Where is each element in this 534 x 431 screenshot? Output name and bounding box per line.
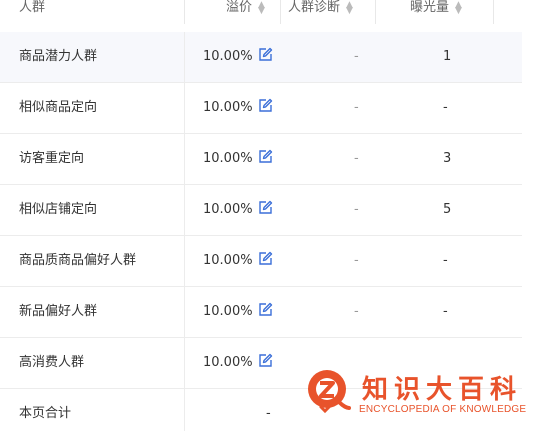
exposure-value: 5 (443, 202, 452, 217)
crowd-name: 相似商品定向 (19, 100, 98, 115)
crowd-table: 人群 溢价 ▲ ▼ 人群诊断 ▲ ▼ 曝光量 ▲ ▼ 商品潜力人群 10.00% - 1 相… (0, 0, 522, 431)
table-row[interactable]: 商品潜力人群 10.00% - 1 (0, 32, 522, 83)
watermark-subtitle: ENCYCLOPEDIA OF KNOWLEDGE (359, 404, 527, 415)
exposure-value: - (443, 253, 448, 268)
crowd-name: 高消费人群 (19, 355, 85, 370)
diagnosis-value: - (354, 49, 359, 64)
crowd-name: 商品质商品偏好人群 (19, 253, 137, 268)
header-name: 人群 (19, 0, 46, 15)
exposure-value: - (443, 100, 448, 115)
edit-icon[interactable] (257, 149, 273, 165)
table-row[interactable]: 商品质商品偏好人群 10.00% - - (0, 236, 522, 287)
exposure-value: 3 (443, 151, 452, 166)
header-premium[interactable]: 溢价 ▲ ▼ (226, 0, 265, 24)
sort-icon[interactable]: ▲ ▼ (455, 0, 462, 15)
premium-value: 10.00% (203, 304, 253, 319)
crowd-name: 商品潜力人群 (19, 49, 98, 64)
table-row[interactable]: 相似商品定向 10.00% - - (0, 83, 522, 134)
page-total-premium: - (266, 406, 271, 421)
crowd-name: 新品偏好人群 (19, 304, 98, 319)
header-diagnosis[interactable]: 人群诊断 ▲ ▼ (288, 0, 353, 24)
watermark-logo-icon (308, 370, 351, 414)
watermark: 知识大百科 ENCYCLOPEDIA OF KNOWLEDGE (303, 367, 534, 431)
edit-icon[interactable] (257, 98, 273, 114)
table-row[interactable]: 访客重定向 10.00% - 3 (0, 134, 522, 185)
exposure-value: - (443, 304, 448, 319)
diagnosis-value: - (354, 202, 359, 217)
diagnosis-value: - (354, 151, 359, 166)
edit-icon[interactable] (257, 353, 273, 369)
edit-icon[interactable] (257, 302, 273, 318)
sort-icon[interactable]: ▲ ▼ (258, 0, 265, 15)
premium-value: 10.00% (203, 355, 253, 370)
crowd-name: 访客重定向 (19, 151, 85, 166)
header-exposure[interactable]: 曝光量 ▲ ▼ (410, 0, 462, 24)
premium-value: 10.00% (203, 49, 253, 64)
edit-icon[interactable] (257, 251, 273, 267)
column-divider (493, 0, 494, 24)
page-total-label: 本页合计 (19, 406, 72, 421)
edit-icon[interactable] (257, 47, 273, 63)
exposure-value: 1 (443, 49, 452, 64)
diagnosis-value: - (354, 100, 359, 115)
diagnosis-value: - (354, 253, 359, 268)
edit-icon[interactable] (257, 200, 273, 216)
column-divider (375, 0, 376, 24)
table-row[interactable]: 新品偏好人群 10.00% - - (0, 287, 522, 338)
column-divider (184, 0, 185, 24)
sort-icon[interactable]: ▲ ▼ (346, 0, 353, 15)
premium-value: 10.00% (203, 151, 253, 166)
premium-value: 10.00% (203, 202, 253, 217)
watermark-title: 知识大百科 (362, 375, 523, 405)
diagnosis-value: - (354, 304, 359, 319)
crowd-name: 相似店铺定向 (19, 202, 98, 217)
table-header: 人群 溢价 ▲ ▼ 人群诊断 ▲ ▼ 曝光量 ▲ ▼ (0, 0, 522, 32)
premium-value: 10.00% (203, 253, 253, 268)
premium-value: 10.00% (203, 100, 253, 115)
column-divider (280, 0, 281, 24)
table-row[interactable]: 相似店铺定向 10.00% - 5 (0, 185, 522, 236)
